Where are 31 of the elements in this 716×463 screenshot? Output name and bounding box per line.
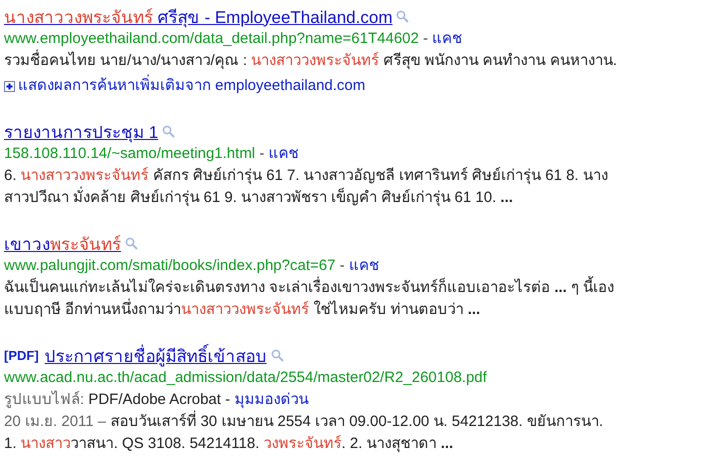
- result-date: 20 เม.ย. 2011 –: [4, 413, 106, 430]
- snippet-text: รวมชื่อคนไทย นาย/นาง/นางสาว/คุณ : นางสาววงพระจันทร์ ศรีสุข พนักงาน คนทำงาน คนหางาน.: [4, 52, 618, 69]
- cache-link[interactable]: แคช: [348, 257, 379, 274]
- snippet-text: สอบวันเสาร์ที่ 30 เมษายน 2554 เวลา 09.00-12.00 น. 54212138. ขยันการนา.: [110, 413, 603, 430]
- snippet-text: สาวปวีณา มั่งคล้าย ศิษย์เก่ารุ่น 61 9. นางสาวพัชรา เข็ญคำ ศิษย์เก่ารุ่น 61 10. ...: [4, 189, 513, 206]
- result-url: 158.108.110.14/~samo/meeting1.html: [4, 145, 256, 162]
- separator: -: [259, 145, 264, 162]
- result-title-link[interactable]: ประกาศรายชื่อผู้มีสิทธิ์เข้าสอบ: [44, 342, 267, 368]
- separator: -: [423, 30, 428, 47]
- cache-link[interactable]: แคช: [432, 30, 462, 47]
- more-results-link[interactable]: แสดงผลการค้นหาเพิ่มเติมจาก employeethailand.com: [18, 75, 366, 97]
- file-type-tag: [PDF]: [4, 348, 39, 362]
- cache-link[interactable]: แคช: [268, 145, 298, 162]
- snippet-text: แบบฤาษี อีกท่านหนึ่งถามว่านางสาววงพระจันทร์ ใช่ไหมครับ ท่านตอบว่า ...: [4, 301, 480, 318]
- result-url: www.employeethailand.com/data_detail.php?name=61T44602: [4, 30, 419, 47]
- result-url: www.palungjit.com/smati/books/index.php?cat=67: [4, 257, 336, 274]
- search-icon[interactable]: [396, 10, 410, 22]
- search-icon[interactable]: [270, 348, 284, 362]
- result-title-link[interactable]: นางสาววงพระจันทร์ ศรีสุข - EmployeeThailand.com: [4, 2, 392, 30]
- search-icon[interactable]: [162, 124, 176, 138]
- separator: -: [340, 257, 345, 274]
- snippet-text: 6. นางสาววงพระจันทร์ คัสกร ศิษย์เก่ารุ่น 61 7. นางสาวอัญชลี เทศารินทร์ ศิษย์เก่ารุ่น 61 8. นาง: [4, 167, 608, 184]
- quick-view-link[interactable]: มุมมองด่วน: [234, 391, 308, 408]
- snippet-text: 1. นางสาววาสนา. QS 3108. 54214118. วงพระจันทร์. 2. นางสุชาดา ...: [4, 435, 454, 452]
- expand-icon[interactable]: [4, 80, 15, 92]
- search-icon[interactable]: [125, 236, 138, 250]
- result-title-link[interactable]: เขาวงพระจันทร์: [4, 230, 121, 256]
- result-url: www.acad.nu.ac.th/acad_admission/data/2554/master02/R2_260108.pdf: [4, 369, 487, 386]
- file-type-label: รูปแบบไฟล์:: [4, 391, 84, 408]
- file-type-value: PDF/Adobe Acrobat -: [88, 391, 230, 408]
- result-title-link[interactable]: รายงานการประชุม 1: [4, 118, 158, 144]
